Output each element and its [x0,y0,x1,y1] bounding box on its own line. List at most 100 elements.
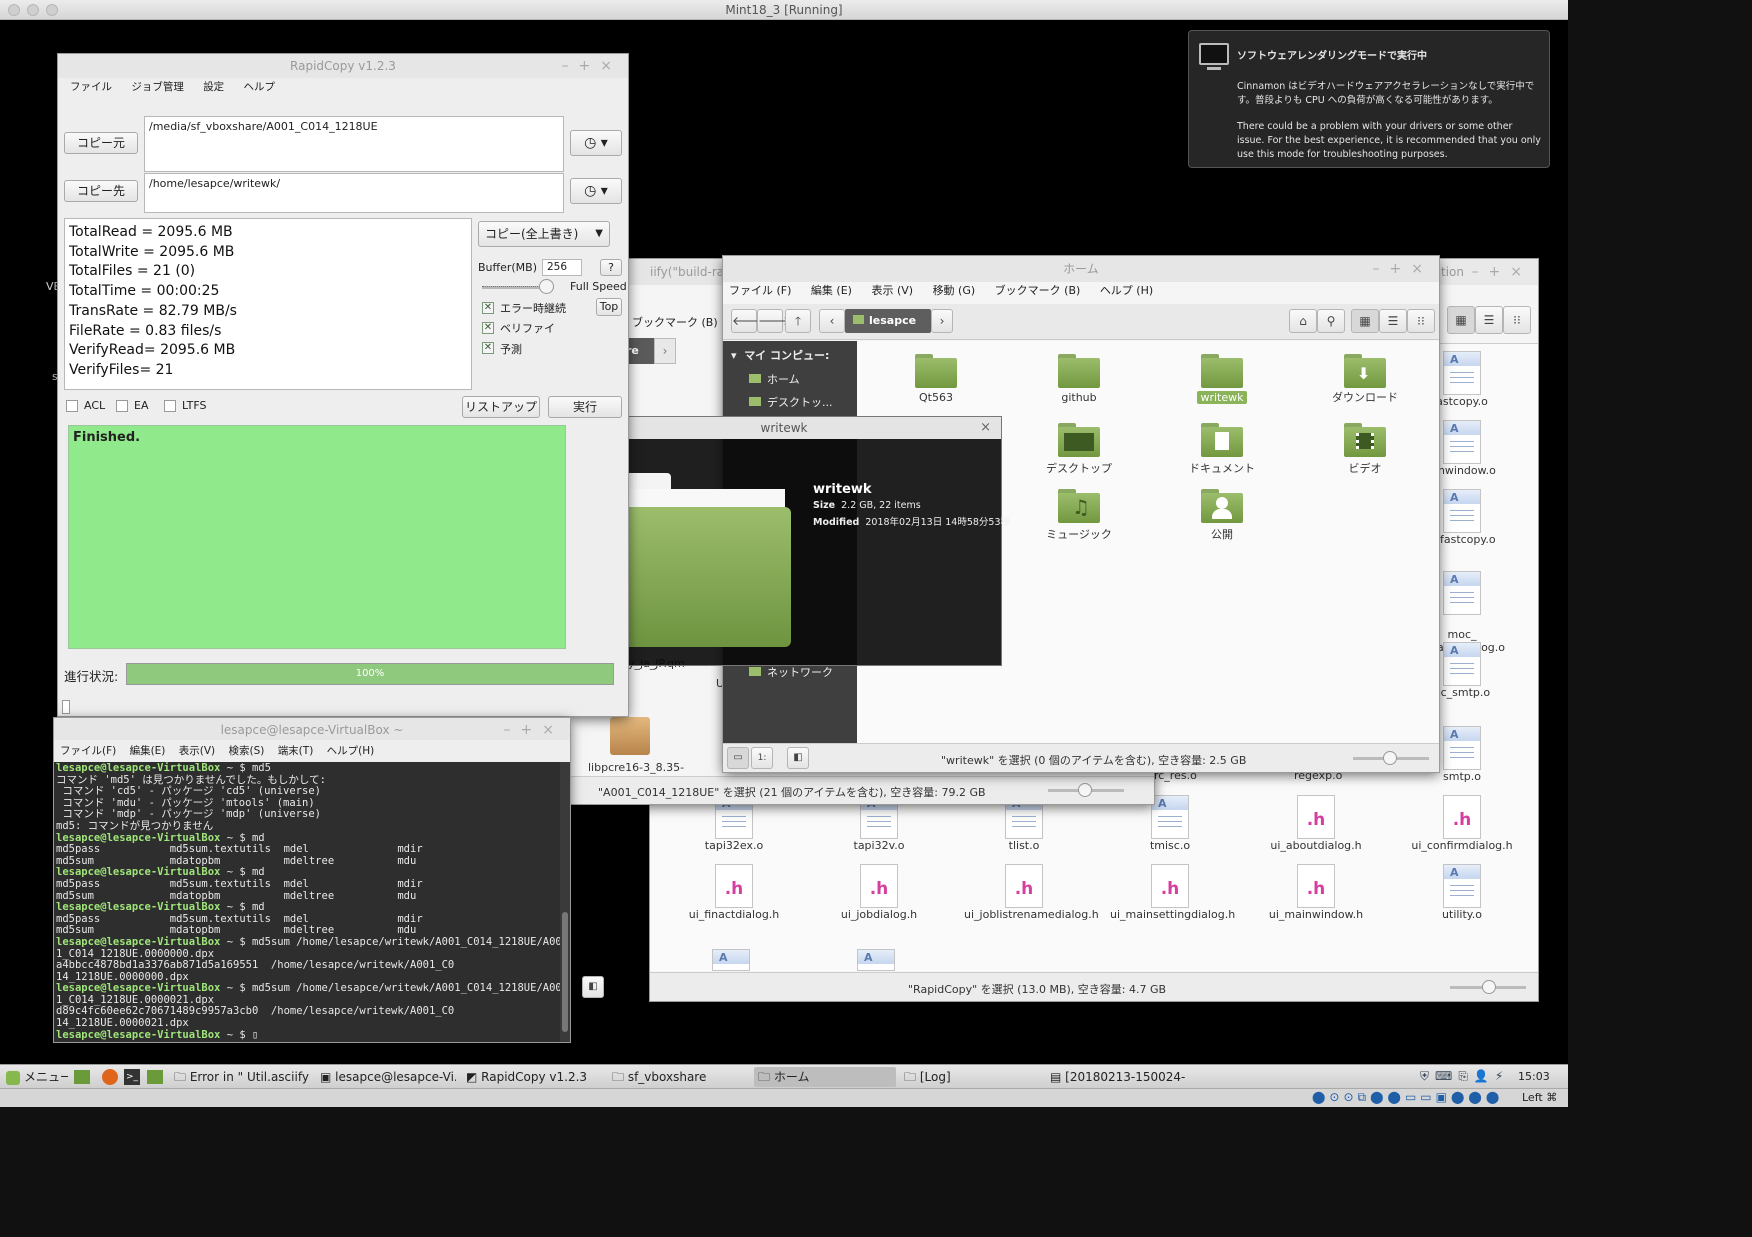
menu-edit[interactable]: 編集 (E) [811,284,852,297]
window-controls[interactable]: –+× [504,718,564,742]
places-toggle-icon[interactable]: ▭ [727,747,749,769]
icon-view-icon[interactable]: ▦ [1447,306,1475,334]
file-item[interactable]: .h ui_joblistrenamedialog.h [964,864,1099,921]
zoom-slider-handle[interactable] [1383,751,1397,765]
scrollbar-thumb[interactable] [562,912,568,1032]
task-rapidcopy[interactable]: ◩ RapidCopy v1.2.3 [462,1067,602,1087]
menu-button[interactable]: メニュー [2,1067,68,1087]
menu-view[interactable]: 表示(V) [179,745,215,757]
menu-terminal[interactable]: 端末(T) [278,745,314,757]
sidebar-item-desktop[interactable]: デスクトッ... [749,394,833,410]
menu-help[interactable]: ヘルプ (H) [1100,284,1153,297]
copy-mode-select[interactable]: コピー(全上書き) ▼ [478,221,610,247]
zoom-traffic-icon[interactable] [46,4,58,16]
menu-help[interactable]: ヘルプ [244,81,276,93]
menu-search[interactable]: 検索(S) [228,745,264,757]
destination-button[interactable]: コピー先 [64,180,138,202]
folder-item[interactable]: ♫ ミュージック [1019,489,1139,542]
menu-settings[interactable]: 設定 [203,81,224,93]
window-controls[interactable]: –+× [562,54,622,78]
task-terminal[interactable]: ▣ lesapce@lesapce-Vi... [316,1067,456,1087]
location-button[interactable]: lesapce [845,309,931,333]
menu-fragment[interactable]: ブックマーク (B) [632,314,718,330]
folder-item[interactable]: Qt563 [876,354,996,404]
menu-file[interactable]: ファイル [70,81,112,93]
vbox-device-icons[interactable]: ⬤⊙⊙⧉⬤⬤▭▭▣⬤⬤⬤ [1312,1090,1503,1105]
task-log-file[interactable]: ▤ [20180213-150024-... [1046,1067,1186,1087]
file-item[interactable]: .h ui_mainsettingdialog.h [1110,864,1235,921]
top-button[interactable]: Top [596,298,622,316]
path-forward-icon[interactable]: › [654,338,676,364]
up-icon[interactable]: 🡑 [785,309,811,333]
file-name[interactable]: libpcre16-3_8.35- [588,761,684,774]
sidebar-toggle-icon[interactable]: ◧ [582,976,604,998]
folder-item[interactable]: ビデオ [1305,423,1425,476]
files-launcher-icon[interactable] [147,1070,163,1084]
file-item[interactable]: .h ui_aboutdialog.h [1256,795,1376,852]
path-back-icon[interactable]: ‹ [819,309,845,333]
menu-edit[interactable]: 編集(E) [130,745,166,757]
clock[interactable]: 15:03 [1518,1070,1550,1083]
file-item[interactable]: .h ui_finactdialog.h [674,864,794,921]
terminal-output[interactable]: lesapce@lesapce-VirtualBox ~ $ md5 コマンド '… [54,762,560,1042]
file-item[interactable]: .h ui_confirmdialog.h [1402,795,1522,852]
folder-item[interactable]: ⬇ ダウンロード [1305,354,1425,405]
verify-checkbox[interactable]: ✕ [482,322,494,334]
task-sf-vboxshare[interactable]: 🗀 sf_vboxshare [608,1067,748,1087]
folder-item-selected[interactable]: writewk [1162,354,1282,404]
system-tray[interactable]: ⛨⌨⎘👤⚡ [1420,1069,1509,1084]
minimize-traffic-icon[interactable] [27,4,39,16]
window-controls[interactable]: –+× [1472,259,1532,283]
view-toggle-group[interactable]: ▦ ☰ ⁝⁝ [1447,306,1531,334]
menu-jobs[interactable]: ジョブ管理 [131,81,184,93]
listup-button[interactable]: リストアップ [462,396,540,418]
task-home[interactable]: 🗀 ホーム [754,1067,896,1087]
terminal-scrollbar[interactable] [560,762,570,1042]
help-button[interactable]: ? [600,259,622,276]
folder-item[interactable]: 公開 [1162,489,1282,542]
folder-item[interactable]: ドキュメント [1162,423,1282,476]
sidebar-item-home[interactable]: ホーム [749,371,800,387]
sidebar-section-computer[interactable]: ▾ マイ コンピュー: [731,347,829,363]
sidebar-toggle-icon[interactable]: ◧ [787,747,809,769]
folder-item[interactable]: github [1019,354,1139,404]
file-item-partial[interactable]: A [712,949,750,971]
window-controls[interactable]: –+× [1373,256,1433,280]
path-forward-icon[interactable]: › [931,309,953,333]
source-history-dropdown[interactable]: ◷ ▾ [570,130,622,156]
source-path-field[interactable]: /media/sf_vboxshare/A001_C014_1218UE [144,116,564,172]
menu-view[interactable]: 表示 (V) [871,284,913,297]
close-traffic-icon[interactable] [8,4,20,16]
file-item[interactable]: .h ui_mainwindow.h [1256,864,1376,921]
toggle-location-icon[interactable]: ⌂ [1289,309,1317,333]
continue-on-error-checkbox[interactable]: ✕ [482,302,494,314]
compact-view-icon[interactable]: ⁝⁝ [1407,309,1435,333]
zoom-slider-handle[interactable] [1482,980,1496,994]
list-view-icon[interactable]: ☰ [1475,306,1503,334]
icon-view-icon[interactable]: ▦ [1351,309,1379,333]
sidebar-item-network[interactable]: ネットワーク [749,664,833,680]
ltfs-checkbox[interactable] [164,400,176,412]
file-item[interactable]: .h ui_jobdialog.h [819,864,939,921]
menu-file[interactable]: ファイル(F) [60,745,116,757]
menu-help[interactable]: ヘルプ(H) [327,745,375,757]
task-error-window[interactable]: 🗀 Error in " Util.asciify(... [170,1067,310,1087]
forward-icon[interactable]: 🡒 [757,309,790,333]
destination-history-dropdown[interactable]: ◷ ▾ [570,178,622,204]
execute-button[interactable]: 実行 [548,396,622,418]
rapidcopy-window[interactable]: RapidCopy v1.2.3 –+× ファイル ジョブ管理 設定 ヘルプ コ… [58,54,628,716]
file-item[interactable]: Autility.o [1402,864,1522,921]
terminal-launcher-icon[interactable]: >_ [124,1069,140,1085]
zoom-slider-handle[interactable] [1078,783,1092,797]
speed-slider-handle[interactable] [539,279,554,294]
estimate-checkbox[interactable]: ✕ [482,342,494,354]
file-item-partial[interactable]: A [857,949,895,971]
tree-toggle-icon[interactable]: 1: [751,747,773,769]
resize-grip[interactable] [62,700,70,714]
menu-file[interactable]: ファイル (F) [729,284,791,297]
firefox-icon[interactable] [102,1069,118,1085]
menu-go[interactable]: 移動 (G) [933,284,976,297]
folder-item[interactable]: デスクトップ [1019,423,1139,476]
buffer-input[interactable]: 256 [542,259,582,276]
terminal-window[interactable]: lesapce@lesapce-VirtualBox ~ –+× ファイル(F)… [54,718,570,1042]
